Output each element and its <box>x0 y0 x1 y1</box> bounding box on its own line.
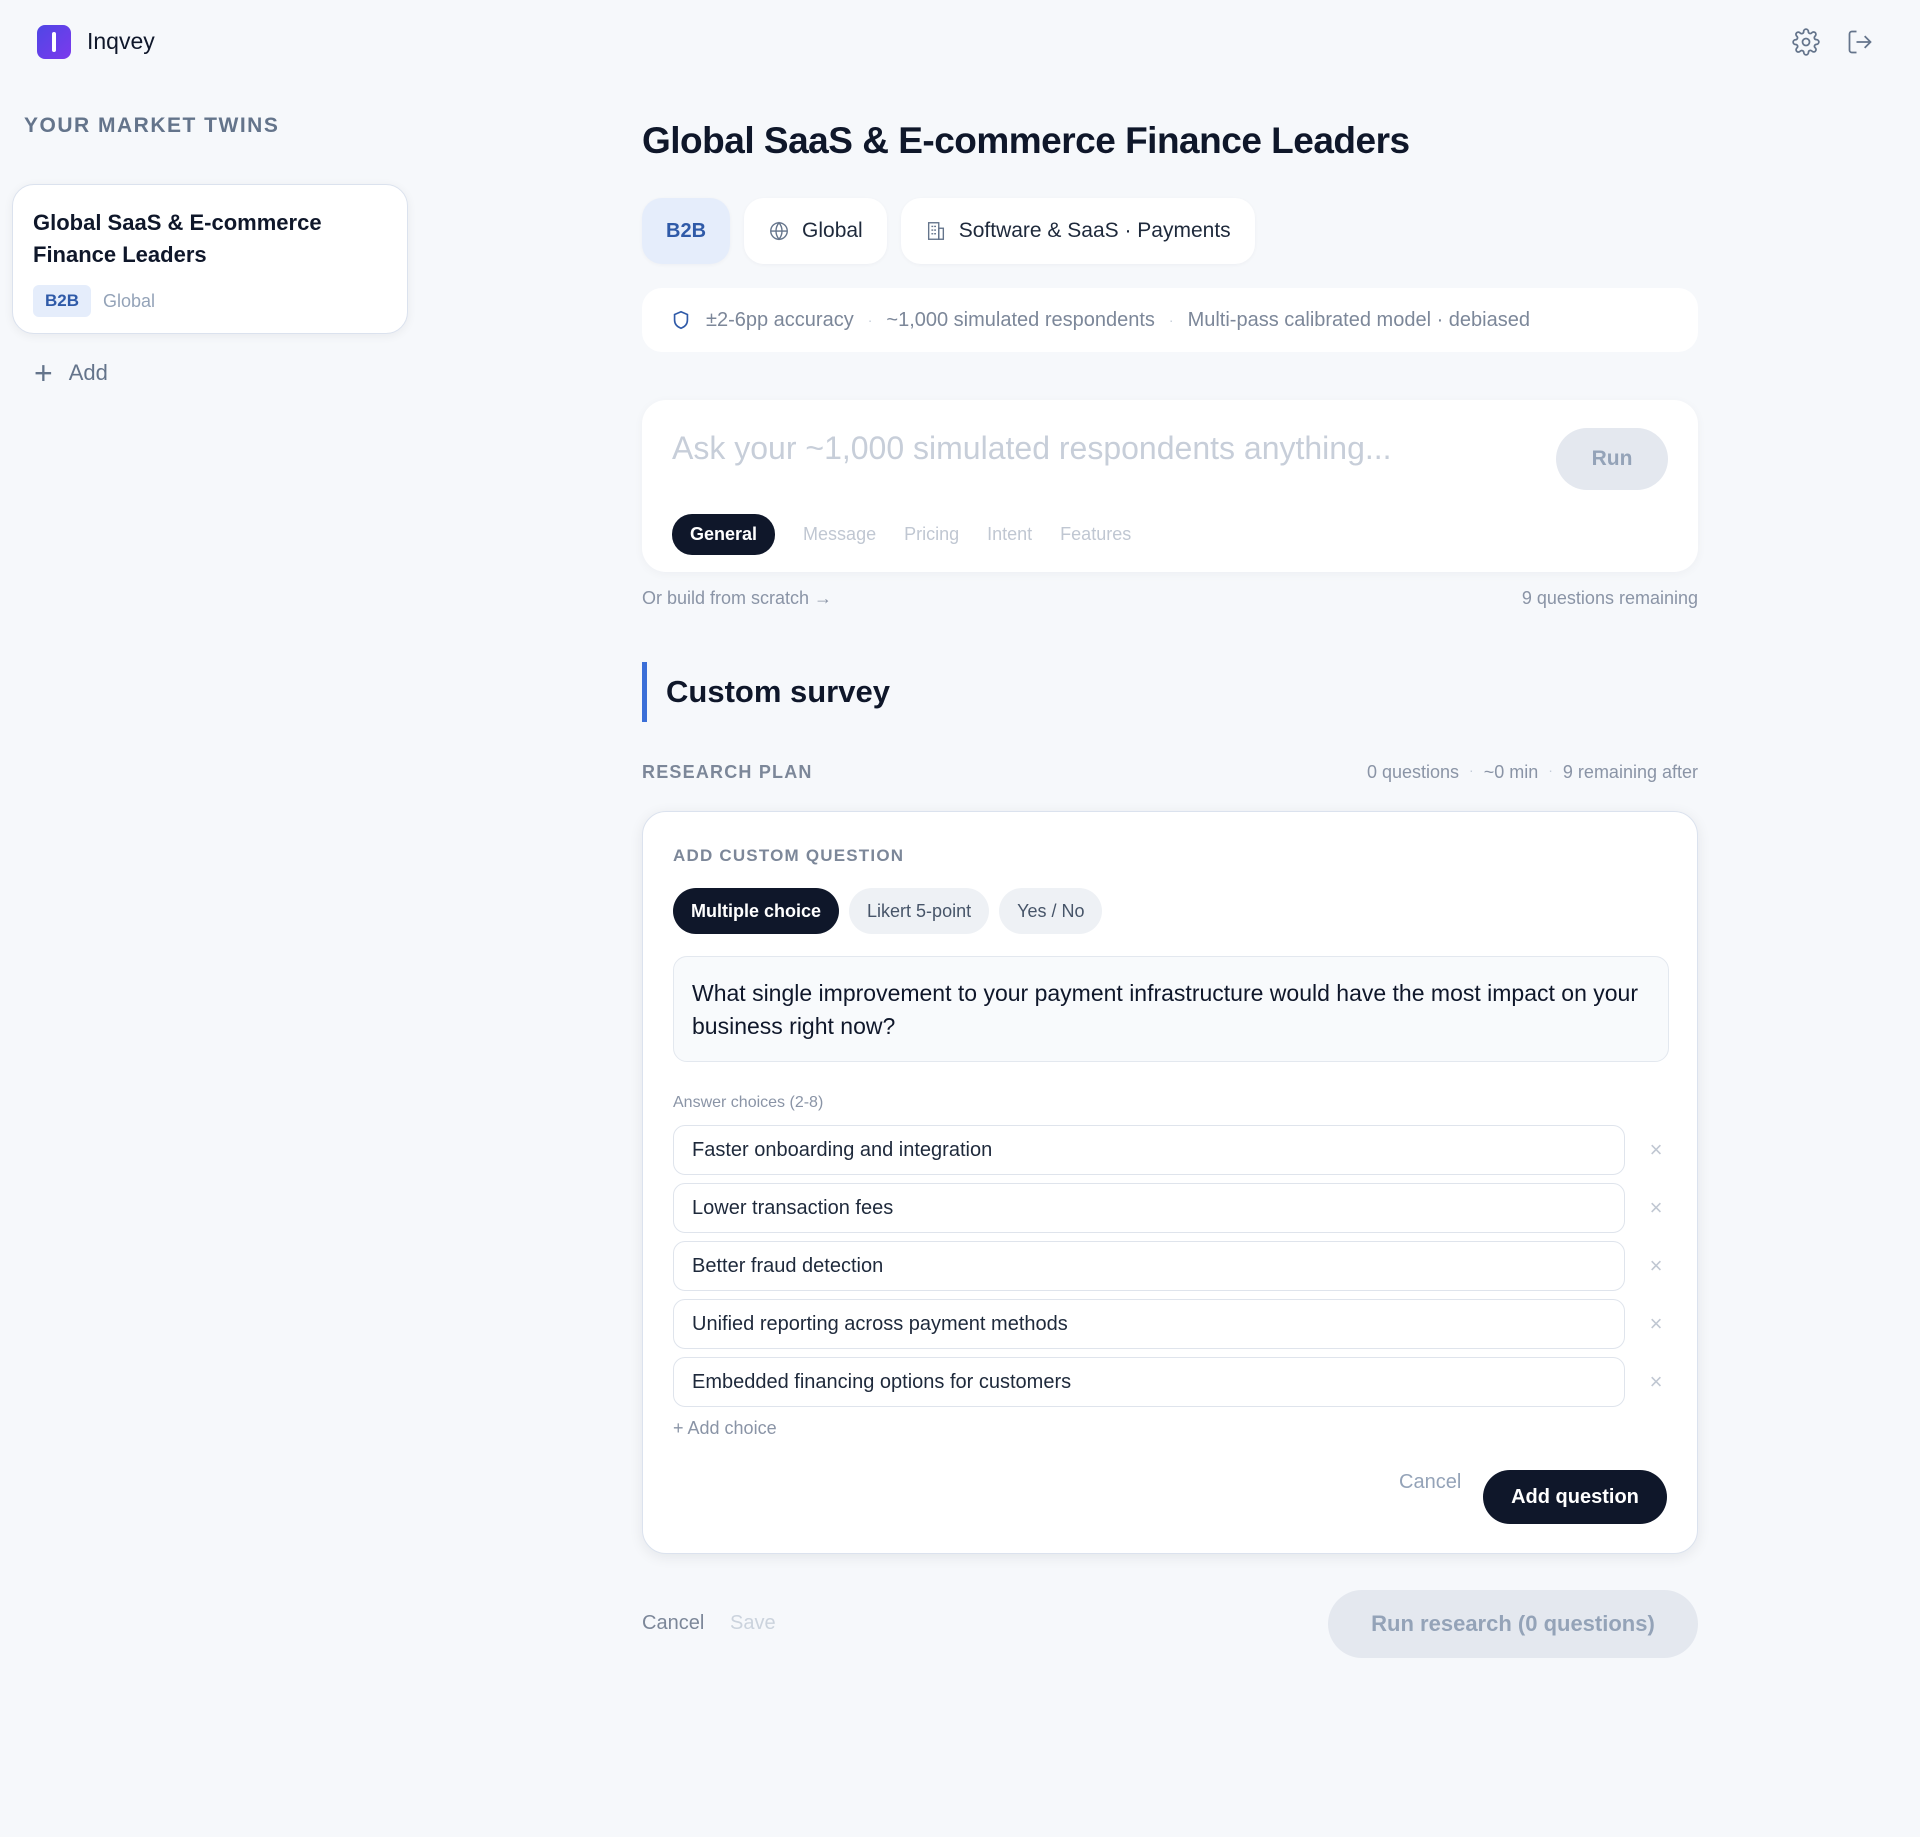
choice-row: Lower transaction fees × <box>673 1183 1673 1241</box>
plan-questions-count: 0 questions <box>1366 762 1460 782</box>
type-yes-no[interactable]: Yes / No <box>999 888 1103 934</box>
twin-card-title: Global SaaS & E-commerce Finance Leaders <box>33 210 322 267</box>
questions-remaining: 9 questions remaining <box>1521 588 1698 608</box>
question-type-selector: Multiple choice Likert 5-point Yes / No <box>673 888 1103 934</box>
run-button[interactable]: Run <box>1556 428 1668 490</box>
choice-input[interactable]: Better fraud detection <box>673 1241 1625 1291</box>
choice-row: Unified reporting across payment methods… <box>673 1299 1673 1357</box>
region-chip-label: Global <box>802 219 863 242</box>
question-cancel-button[interactable]: Cancel <box>1399 1471 1461 1494</box>
type-multiple-choice[interactable]: Multiple choice <box>673 888 840 934</box>
run-research-button[interactable]: Run research (0 questions) <box>1328 1590 1698 1658</box>
choice-row: Faster onboarding and integration × <box>673 1125 1673 1183</box>
twin-card-global-saas[interactable]: Global SaaS & E-commerce Finance Leaders… <box>12 184 408 334</box>
ask-panel: Run General Message Pricing Intent Featu… <box>642 400 1698 572</box>
plus-icon: + <box>34 355 53 391</box>
choice-row: Embedded financing options for customers… <box>673 1357 1673 1415</box>
research-plan-label: RESEARCH PLAN <box>642 762 813 782</box>
sidebar: YOUR MARKET TWINS Global SaaS & E-commer… <box>0 84 420 1837</box>
logout-icon[interactable] <box>1846 28 1874 56</box>
close-icon[interactable]: × <box>1643 1311 1669 1337</box>
section-title: Custom survey <box>642 662 890 722</box>
type-chip: B2B <box>642 198 731 264</box>
add-question-button[interactable]: Add question <box>1483 1470 1667 1524</box>
top-bar: Inqvey <box>0 0 1920 84</box>
industry-chip-label: Software & SaaS · Payments <box>958 219 1231 242</box>
shield-icon <box>673 310 689 330</box>
tab-pricing[interactable]: Pricing <box>904 524 959 545</box>
twin-type-badge: B2B <box>33 285 92 317</box>
close-icon[interactable]: × <box>1643 1369 1669 1395</box>
accuracy-bar: ±2-6pp accuracy · ~1,000 simulated respo… <box>642 288 1698 352</box>
tab-general[interactable]: General <box>672 514 776 555</box>
industry-chip: Software & SaaS · Payments <box>900 198 1255 264</box>
app-name: Inqvey <box>87 28 155 54</box>
choice-row: Better fraud detection × <box>673 1241 1673 1299</box>
tab-message[interactable]: Message <box>803 524 876 545</box>
answer-choices-label: Answer choices (2-8) <box>673 1094 824 1111</box>
build-from-scratch-link[interactable]: Or build from scratch → <box>642 588 832 609</box>
choice-input[interactable]: Faster onboarding and integration <box>673 1125 1625 1175</box>
survey-save-button[interactable]: Save <box>730 1612 776 1635</box>
twin-region-label: Global <box>103 290 156 311</box>
survey-cancel-button[interactable]: Cancel <box>642 1612 704 1635</box>
tab-features[interactable]: Features <box>1060 524 1131 545</box>
add-twin-button[interactable]: + Add <box>34 355 108 391</box>
gear-icon[interactable] <box>1792 28 1820 56</box>
add-question-card: ADD CUSTOM QUESTION Multiple choice Like… <box>642 811 1698 1554</box>
close-icon[interactable]: × <box>1643 1195 1669 1221</box>
twin-attribute-chips: B2B Global Software & SaaS · Payments <box>642 198 1255 264</box>
ask-tabs: General Message Pricing Intent Features <box>672 514 1131 555</box>
page-title: Global SaaS & E-commerce Finance Leaders <box>642 120 1410 161</box>
ask-input[interactable] <box>672 430 1552 467</box>
model-text: Multi-pass calibrated model · debiased <box>1187 308 1530 331</box>
sidebar-title: YOUR MARKET TWINS <box>24 114 280 137</box>
plan-remaining-after: 9 remaining after <box>1562 762 1698 782</box>
question-text-field[interactable]: What single improvement to your payment … <box>673 956 1669 1062</box>
choice-input[interactable]: Embedded financing options for customers <box>673 1357 1625 1407</box>
add-question-label: ADD CUSTOM QUESTION <box>673 846 905 865</box>
region-chip: Global <box>744 198 887 264</box>
accuracy-text: ±2-6pp accuracy <box>706 308 854 331</box>
close-icon[interactable]: × <box>1643 1137 1669 1163</box>
globe-icon <box>770 221 788 241</box>
choice-input[interactable]: Lower transaction fees <box>673 1183 1625 1233</box>
building-icon <box>927 222 944 240</box>
type-likert[interactable]: Likert 5-point <box>849 888 990 934</box>
app-logo-icon[interactable] <box>37 25 71 59</box>
respondents-text: ~1,000 simulated respondents <box>886 308 1155 331</box>
add-choice-link[interactable]: + Add choice <box>673 1418 777 1439</box>
plan-duration: ~0 min <box>1483 762 1539 782</box>
add-twin-label: Add <box>68 360 108 385</box>
close-icon[interactable]: × <box>1643 1253 1669 1279</box>
tab-intent[interactable]: Intent <box>987 524 1032 545</box>
research-plan-stats: 0 questions · ~0 min · 9 remaining after <box>1366 762 1698 782</box>
choice-input[interactable]: Unified reporting across payment methods <box>673 1299 1625 1349</box>
answer-choices-list: Faster onboarding and integration × Lowe… <box>673 1125 1673 1415</box>
